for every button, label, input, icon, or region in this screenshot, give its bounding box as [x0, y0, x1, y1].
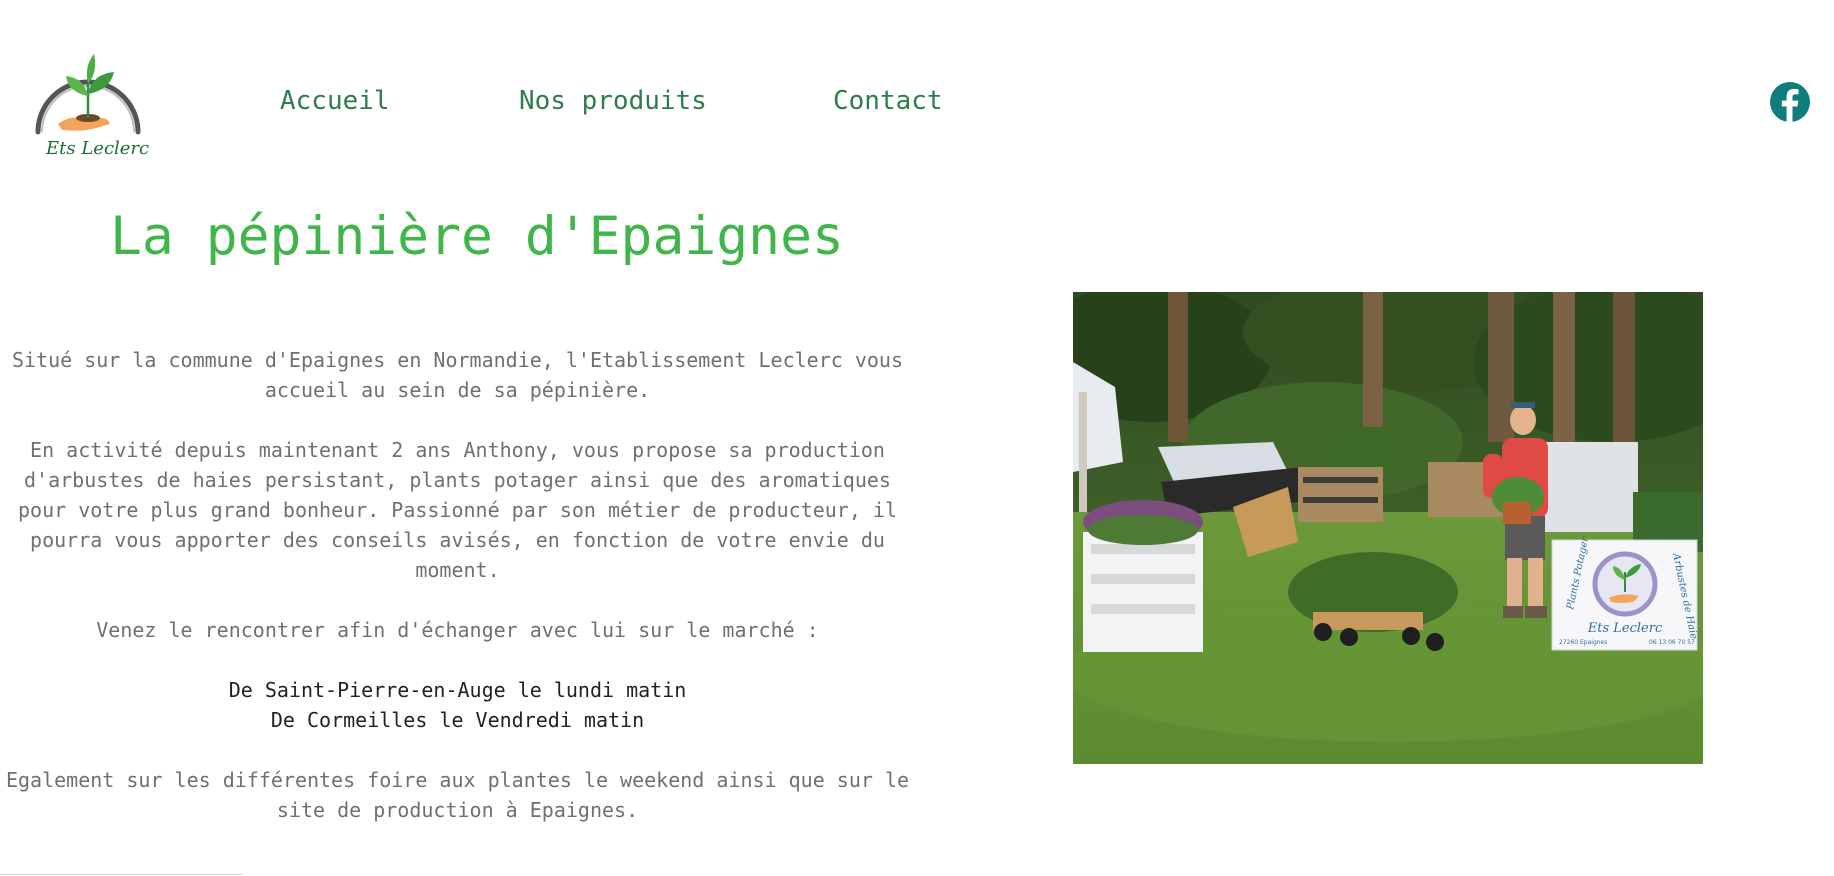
fairs-paragraph: Egalement sur les différentes foire aux … [5, 768, 910, 822]
sign-postcode: 27260 Epaignes [1559, 639, 1607, 646]
activity-paragraph: En activité depuis maintenant 2 ans Anth… [18, 438, 897, 582]
sign-phone: 06 13 06 70 57 [1649, 639, 1695, 646]
nav-item-contact[interactable]: Contact [833, 86, 943, 116]
facebook-icon [1770, 82, 1810, 122]
market-stall-image: Plants Potager Arbustes de Haie Ets Lecl… [1073, 292, 1703, 764]
logo-text: Ets Leclerc [46, 138, 150, 159]
market-saint-pierre: De Saint-Pierre-en-Auge le lundi matin [228, 678, 687, 702]
nav-item-nos-produits[interactable]: Nos produits [519, 86, 707, 116]
nursery-photo: Plants Potager Arbustes de Haie Ets Lecl… [1073, 292, 1703, 764]
intro-paragraph: Situé sur la commune d'Epaignes en Norma… [11, 348, 904, 402]
intro-text: Situé sur la commune d'Epaignes en Norma… [0, 345, 915, 855]
market-intro: Venez le rencontrer afin d'échanger avec… [96, 618, 819, 642]
page-title: La pépinière d'Epaignes [110, 206, 844, 267]
logo-mark [35, 54, 141, 135]
logo[interactable]: Ets Leclerc [28, 40, 150, 170]
market-cormeilles: De Cormeilles le Vendredi matin [270, 708, 645, 732]
nav-item-accueil[interactable]: Accueil [280, 86, 390, 116]
facebook-link[interactable] [1770, 82, 1810, 122]
sign-brand: Ets Leclerc [1587, 621, 1663, 636]
